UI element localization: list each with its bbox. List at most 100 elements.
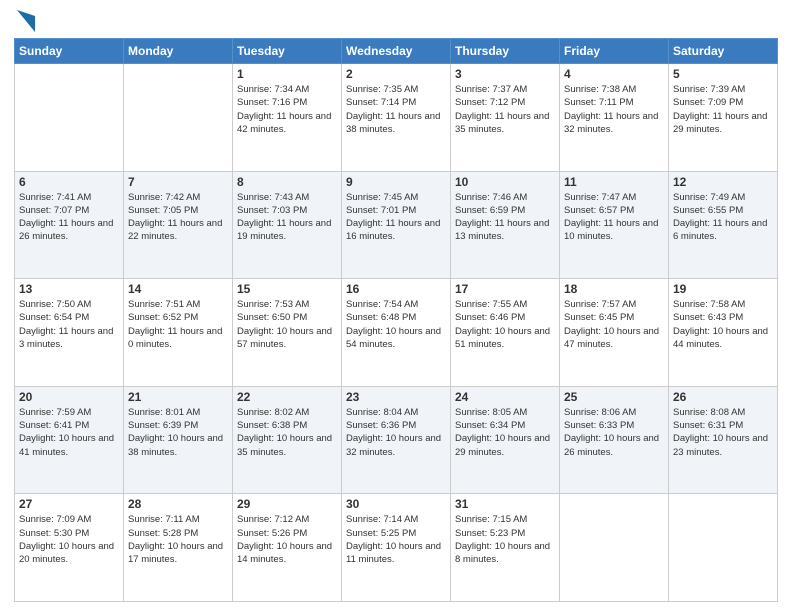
calendar-cell: 20 Sunrise: 7:59 AM Sunset: 6:41 PM Dayli… — [15, 386, 124, 494]
calendar-cell: 30 Sunrise: 7:14 AM Sunset: 5:25 PM Dayli… — [342, 494, 451, 602]
day-info: Sunrise: 8:05 AM Sunset: 6:34 PM Dayligh… — [455, 406, 555, 459]
day-info: Sunrise: 7:14 AM Sunset: 5:25 PM Dayligh… — [346, 513, 446, 566]
calendar-cell: 24 Sunrise: 8:05 AM Sunset: 6:34 PM Dayli… — [451, 386, 560, 494]
day-info: Sunrise: 8:08 AM Sunset: 6:31 PM Dayligh… — [673, 406, 773, 459]
day-number: 4 — [564, 67, 664, 81]
day-info: Sunrise: 7:49 AM Sunset: 6:55 PM Dayligh… — [673, 191, 773, 244]
day-number: 17 — [455, 282, 555, 296]
calendar-cell: 11 Sunrise: 7:47 AM Sunset: 6:57 PM Dayli… — [560, 171, 669, 279]
calendar-cell: 5 Sunrise: 7:39 AM Sunset: 7:09 PM Daylig… — [669, 64, 778, 172]
calendar-cell: 18 Sunrise: 7:57 AM Sunset: 6:45 PM Dayli… — [560, 279, 669, 387]
day-number: 20 — [19, 390, 119, 404]
calendar-row: 13 Sunrise: 7:50 AM Sunset: 6:54 PM Dayli… — [15, 279, 778, 387]
calendar-row: 27Sunrise: 7:09 AM Sunset: 5:30 PM Dayli… — [15, 494, 778, 602]
calendar-cell: 23 Sunrise: 8:04 AM Sunset: 6:36 PM Dayli… — [342, 386, 451, 494]
day-number: 12 — [673, 175, 773, 189]
calendar-table: SundayMondayTuesdayWednesdayThursdayFrid… — [14, 38, 778, 602]
day-info: Sunrise: 7:59 AM Sunset: 6:41 PM Dayligh… — [19, 406, 119, 459]
weekday-header: Thursday — [451, 39, 560, 64]
weekday-header: Wednesday — [342, 39, 451, 64]
day-number: 19 — [673, 282, 773, 296]
calendar-cell: 4 Sunrise: 7:38 AM Sunset: 7:11 PM Daylig… — [560, 64, 669, 172]
calendar-cell: 13 Sunrise: 7:50 AM Sunset: 6:54 PM Dayli… — [15, 279, 124, 387]
calendar-cell: 17Sunrise: 7:55 AM Sunset: 6:46 PM Dayli… — [451, 279, 560, 387]
calendar-cell: 9 Sunrise: 7:45 AM Sunset: 7:01 PM Daylig… — [342, 171, 451, 279]
day-number: 28 — [128, 497, 228, 511]
day-number: 27 — [19, 497, 119, 511]
day-number: 30 — [346, 497, 446, 511]
day-info: Sunrise: 7:54 AM Sunset: 6:48 PM Dayligh… — [346, 298, 446, 351]
day-info: Sunrise: 7:35 AM Sunset: 7:14 PM Dayligh… — [346, 83, 446, 136]
day-info: Sunrise: 7:51 AM Sunset: 6:52 PM Dayligh… — [128, 298, 228, 351]
day-info: Sunrise: 8:06 AM Sunset: 6:33 PM Dayligh… — [564, 406, 664, 459]
calendar-row: 20 Sunrise: 7:59 AM Sunset: 6:41 PM Dayli… — [15, 386, 778, 494]
calendar-cell: 7 Sunrise: 7:42 AM Sunset: 7:05 PM Daylig… — [124, 171, 233, 279]
day-info: Sunrise: 7:12 AM Sunset: 5:26 PM Dayligh… — [237, 513, 337, 566]
day-info: Sunrise: 7:58 AM Sunset: 6:43 PM Dayligh… — [673, 298, 773, 351]
day-info: Sunrise: 7:43 AM Sunset: 7:03 PM Dayligh… — [237, 191, 337, 244]
day-number: 11 — [564, 175, 664, 189]
weekday-header: Friday — [560, 39, 669, 64]
day-number: 14 — [128, 282, 228, 296]
day-info: Sunrise: 7:57 AM Sunset: 6:45 PM Dayligh… — [564, 298, 664, 351]
calendar-cell: 28 Sunrise: 7:11 AM Sunset: 5:28 PM Dayli… — [124, 494, 233, 602]
calendar-cell — [669, 494, 778, 602]
calendar-cell: 22 Sunrise: 8:02 AM Sunset: 6:38 PM Dayli… — [233, 386, 342, 494]
weekday-header: Saturday — [669, 39, 778, 64]
calendar-cell: 16 Sunrise: 7:54 AM Sunset: 6:48 PM Dayli… — [342, 279, 451, 387]
day-info: Sunrise: 7:34 AM Sunset: 7:16 PM Dayligh… — [237, 83, 337, 136]
day-info: Sunrise: 7:39 AM Sunset: 7:09 PM Dayligh… — [673, 83, 773, 136]
day-number: 16 — [346, 282, 446, 296]
weekday-header: Monday — [124, 39, 233, 64]
day-number: 21 — [128, 390, 228, 404]
day-info: Sunrise: 7:38 AM Sunset: 7:11 PM Dayligh… — [564, 83, 664, 136]
day-info: Sunrise: 8:04 AM Sunset: 6:36 PM Dayligh… — [346, 406, 446, 459]
day-info: Sunrise: 7:37 AM Sunset: 7:12 PM Dayligh… — [455, 83, 555, 136]
day-info: Sunrise: 7:45 AM Sunset: 7:01 PM Dayligh… — [346, 191, 446, 244]
page: SundayMondayTuesdayWednesdayThursdayFrid… — [0, 0, 792, 612]
day-info: Sunrise: 7:53 AM Sunset: 6:50 PM Dayligh… — [237, 298, 337, 351]
day-info: Sunrise: 8:02 AM Sunset: 6:38 PM Dayligh… — [237, 406, 337, 459]
day-info: Sunrise: 7:50 AM Sunset: 6:54 PM Dayligh… — [19, 298, 119, 351]
calendar-cell — [560, 494, 669, 602]
day-info: Sunrise: 7:47 AM Sunset: 6:57 PM Dayligh… — [564, 191, 664, 244]
day-info: Sunrise: 7:46 AM Sunset: 6:59 PM Dayligh… — [455, 191, 555, 244]
calendar-cell: 3 Sunrise: 7:37 AM Sunset: 7:12 PM Daylig… — [451, 64, 560, 172]
day-number: 18 — [564, 282, 664, 296]
day-info: Sunrise: 7:41 AM Sunset: 7:07 PM Dayligh… — [19, 191, 119, 244]
day-number: 23 — [346, 390, 446, 404]
day-number: 3 — [455, 67, 555, 81]
day-number: 7 — [128, 175, 228, 189]
day-number: 29 — [237, 497, 337, 511]
calendar-cell: 21Sunrise: 8:01 AM Sunset: 6:39 PM Dayli… — [124, 386, 233, 494]
calendar-cell: 29 Sunrise: 7:12 AM Sunset: 5:26 PM Dayli… — [233, 494, 342, 602]
logo — [14, 14, 35, 32]
calendar-cell: 25 Sunrise: 8:06 AM Sunset: 6:33 PM Dayli… — [560, 386, 669, 494]
day-info: Sunrise: 7:42 AM Sunset: 7:05 PM Dayligh… — [128, 191, 228, 244]
day-number: 2 — [346, 67, 446, 81]
calendar-cell: 19 Sunrise: 7:58 AM Sunset: 6:43 PM Dayli… — [669, 279, 778, 387]
calendar-cell: 6Sunrise: 7:41 AM Sunset: 7:07 PM Daylig… — [15, 171, 124, 279]
calendar-cell: 12 Sunrise: 7:49 AM Sunset: 6:55 PM Dayli… — [669, 171, 778, 279]
calendar-cell: 1Sunrise: 7:34 AM Sunset: 7:16 PM Daylig… — [233, 64, 342, 172]
day-number: 26 — [673, 390, 773, 404]
weekday-header: Tuesday — [233, 39, 342, 64]
day-info: Sunrise: 7:11 AM Sunset: 5:28 PM Dayligh… — [128, 513, 228, 566]
calendar-cell: 26 Sunrise: 8:08 AM Sunset: 6:31 PM Dayli… — [669, 386, 778, 494]
day-number: 22 — [237, 390, 337, 404]
day-number: 9 — [346, 175, 446, 189]
calendar-cell: 8Sunrise: 7:43 AM Sunset: 7:03 PM Daylig… — [233, 171, 342, 279]
day-number: 31 — [455, 497, 555, 511]
day-number: 25 — [564, 390, 664, 404]
day-number: 24 — [455, 390, 555, 404]
calendar-cell: 27Sunrise: 7:09 AM Sunset: 5:30 PM Dayli… — [15, 494, 124, 602]
day-number: 10 — [455, 175, 555, 189]
day-number: 15 — [237, 282, 337, 296]
calendar-cell — [15, 64, 124, 172]
calendar-cell: 14 Sunrise: 7:51 AM Sunset: 6:52 PM Dayli… — [124, 279, 233, 387]
calendar-row: 6Sunrise: 7:41 AM Sunset: 7:07 PM Daylig… — [15, 171, 778, 279]
weekday-header: Sunday — [15, 39, 124, 64]
day-number: 13 — [19, 282, 119, 296]
calendar-row: 1Sunrise: 7:34 AM Sunset: 7:16 PM Daylig… — [15, 64, 778, 172]
day-number: 5 — [673, 67, 773, 81]
